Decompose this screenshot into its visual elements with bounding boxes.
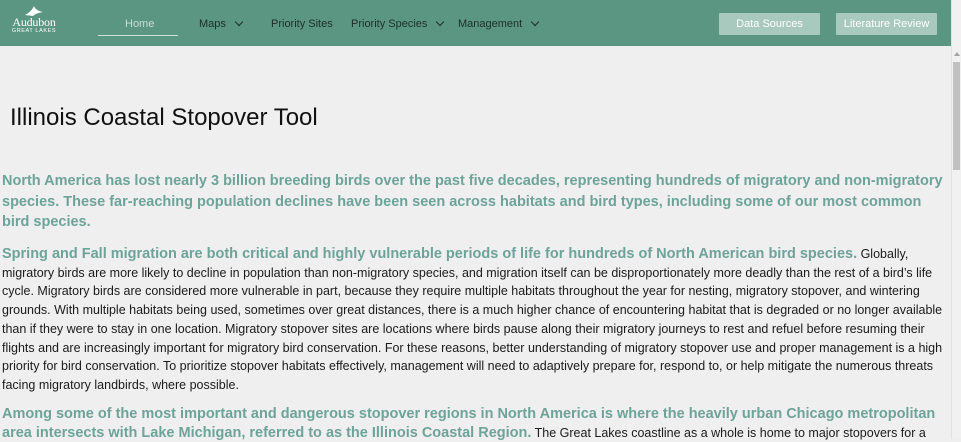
nav-management-label: Management: [458, 18, 523, 30]
coastal-region-paragraph: Among some of the most important and dan…: [2, 405, 946, 442]
nav-priority-sites[interactable]: Priority Sites: [271, 0, 333, 46]
migration-highlight: Spring and Fall migration are both criti…: [2, 246, 858, 262]
nav-management[interactable]: Management: [458, 0, 540, 46]
chevron-down-icon: [234, 17, 244, 27]
intro-lead-paragraph: North America has lost nearly 3 billion …: [2, 173, 943, 230]
logo-wordmark: Audubon: [12, 15, 56, 29]
nav-active-underline: [98, 35, 178, 36]
literature-review-button[interactable]: Literature Review: [836, 13, 937, 35]
audubon-logo[interactable]: Audubon GREAT LAKES: [10, 4, 58, 42]
logo-subtitle: GREAT LAKES: [11, 28, 57, 34]
nav-priority-sites-label: Priority Sites: [271, 18, 333, 30]
top-navbar: Audubon GREAT LAKES Home Maps Priority S…: [0, 0, 951, 46]
nav-priority-species-label: Priority Species: [351, 18, 428, 30]
page-scrollbar[interactable]: [951, 0, 961, 439]
coastal-region-body-text: The Great Lakes coastline as a whole is …: [531, 425, 926, 440]
migration-body-text: Globally, migratory birds are more likel…: [2, 247, 943, 392]
nav-maps-label: Maps: [199, 18, 226, 30]
data-sources-button[interactable]: Data Sources: [719, 13, 820, 35]
migration-paragraph: Spring and Fall migration are both criti…: [2, 245, 946, 395]
chevron-down-icon: [436, 17, 445, 27]
nav-home[interactable]: Home: [125, 0, 154, 46]
nav-priority-species[interactable]: Priority Species: [351, 0, 445, 46]
page-title: Illinois Coastal Stopover Tool: [10, 104, 318, 131]
scrollbar-thumb[interactable]: [953, 62, 960, 170]
nav-maps[interactable]: Maps: [199, 0, 244, 46]
scroll-up-arrow-icon[interactable]: [954, 52, 960, 56]
nav-home-label: Home: [125, 18, 155, 30]
chevron-down-icon: [530, 17, 540, 27]
